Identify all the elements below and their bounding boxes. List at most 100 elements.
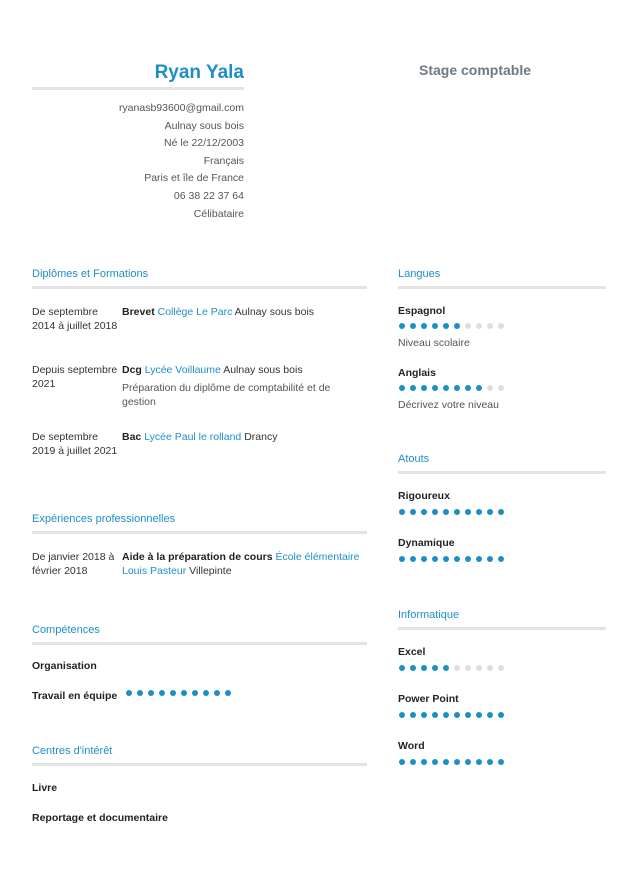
level-dot-filled — [421, 385, 427, 391]
level-dot-filled — [498, 556, 504, 562]
level-dot-filled — [126, 690, 132, 696]
skills-divider — [32, 642, 367, 645]
experience-divider — [32, 531, 367, 534]
level-dot-filled — [421, 759, 427, 765]
level-dot-filled — [465, 712, 471, 718]
level-dot-filled — [487, 556, 493, 562]
education-school[interactable]: Collège Le Parc — [158, 306, 233, 318]
level-dot-filled — [487, 759, 493, 765]
experience-item: De janvier 2018 à février 2018 Aide à la… — [32, 550, 367, 582]
level-dot-filled — [498, 509, 504, 515]
level-dot-filled — [137, 690, 143, 696]
computing-level-dots — [399, 712, 504, 718]
skill-label: Travail en équipe — [32, 690, 118, 702]
education-date: Depuis septembre 2021 — [32, 364, 118, 390]
level-dot-filled — [454, 712, 460, 718]
language-level-dots — [399, 323, 504, 329]
level-dot-filled — [399, 509, 405, 515]
level-dot-filled — [410, 665, 416, 671]
level-dot-empty — [487, 323, 493, 329]
level-dot-filled — [432, 556, 438, 562]
contact-phone[interactable]: 06 38 22 37 64 — [32, 188, 244, 206]
level-dot-filled — [432, 323, 438, 329]
education-item: Depuis septembre 2021 Dcg Lycée Voillaum… — [32, 363, 367, 418]
contact-birthdate: Né le 22/12/2003 — [164, 137, 244, 150]
interests-divider — [32, 763, 367, 766]
language-label: Anglais — [398, 367, 436, 379]
level-dot-filled — [399, 556, 405, 562]
level-dot-filled — [421, 323, 427, 329]
level-dot-filled — [432, 509, 438, 515]
level-dot-filled — [410, 556, 416, 562]
level-dot-filled — [465, 509, 471, 515]
contact-email[interactable]: ryanasb93600@gmail.com — [32, 100, 244, 118]
level-dot-filled — [432, 385, 438, 391]
level-dot-filled — [170, 690, 176, 696]
strength-level-dots — [399, 509, 504, 515]
level-dot-filled — [225, 690, 231, 696]
strengths-title: Atouts — [398, 453, 430, 465]
level-dot-filled — [465, 385, 471, 391]
education-school[interactable]: Lycée Paul le rolland — [144, 431, 241, 443]
computing-level-dots — [399, 665, 504, 671]
experience-city: Villepinte — [189, 565, 232, 577]
level-dot-filled — [421, 509, 427, 515]
level-dot-filled — [476, 712, 482, 718]
level-dot-filled — [476, 385, 482, 391]
contact-status: Célibataire — [193, 207, 244, 220]
contact-block: ryanasb93600@gmail.com Aulnay sous bois … — [32, 100, 244, 223]
level-dot-filled — [410, 759, 416, 765]
strengths-divider — [398, 471, 606, 474]
level-dot-empty — [465, 665, 471, 671]
computing-level-dots — [399, 759, 504, 765]
job-title: Stage comptable — [418, 62, 532, 78]
level-dot-filled — [432, 712, 438, 718]
level-dot-filled — [454, 759, 460, 765]
level-dot-filled — [159, 690, 165, 696]
interest-item: Reportage et documentaire — [32, 812, 168, 824]
level-dot-empty — [498, 665, 504, 671]
level-dot-filled — [443, 665, 449, 671]
level-dot-filled — [465, 556, 471, 562]
experience-title: Expériences professionnelles — [32, 513, 176, 525]
level-dot-filled — [454, 385, 460, 391]
level-dot-filled — [487, 509, 493, 515]
level-dot-filled — [432, 665, 438, 671]
skill-label: Organisation — [32, 660, 97, 672]
level-dot-filled — [181, 690, 187, 696]
languages-title: Langues — [398, 268, 441, 280]
level-dot-filled — [399, 385, 405, 391]
level-dot-filled — [454, 556, 460, 562]
interest-item: Livre — [32, 782, 58, 794]
level-dot-filled — [148, 690, 154, 696]
level-dot-empty — [454, 665, 460, 671]
level-dot-filled — [454, 323, 460, 329]
contact-region: Paris et île de France — [144, 172, 244, 185]
education-date: De septembre 2019 à juillet 2021 — [32, 431, 118, 457]
education-item: De septembre 2014 à juillet 2018 Brevet … — [32, 305, 367, 355]
education-item: De septembre 2019 à juillet 2021 Bac Lyc… — [32, 430, 367, 475]
education-city: Aulnay sous bois — [223, 364, 303, 376]
education-school[interactable]: Lycée Voillaume — [145, 364, 221, 376]
level-dot-empty — [487, 385, 493, 391]
experience-date: De janvier 2018 à février 2018 — [32, 551, 115, 577]
computing-label: Power Point — [398, 693, 459, 705]
level-dot-empty — [476, 665, 482, 671]
level-dot-filled — [399, 712, 405, 718]
language-label: Espagnol — [398, 305, 446, 317]
computing-label: Excel — [398, 646, 426, 658]
strength-level-dots — [399, 556, 504, 562]
level-dot-filled — [399, 759, 405, 765]
level-dot-filled — [410, 323, 416, 329]
education-description: Préparation du diplôme de comptabilité e… — [122, 382, 331, 408]
level-dot-filled — [498, 712, 504, 718]
level-dot-empty — [487, 665, 493, 671]
interests-title: Centres d'intérêt — [32, 745, 113, 757]
name-divider — [32, 87, 244, 90]
level-dot-filled — [399, 323, 405, 329]
level-dot-filled — [432, 759, 438, 765]
contact-nationality: Français — [203, 154, 244, 167]
contact-city: Aulnay sous bois — [164, 119, 244, 132]
computing-divider — [398, 627, 606, 630]
skill-level-dots — [126, 690, 231, 696]
